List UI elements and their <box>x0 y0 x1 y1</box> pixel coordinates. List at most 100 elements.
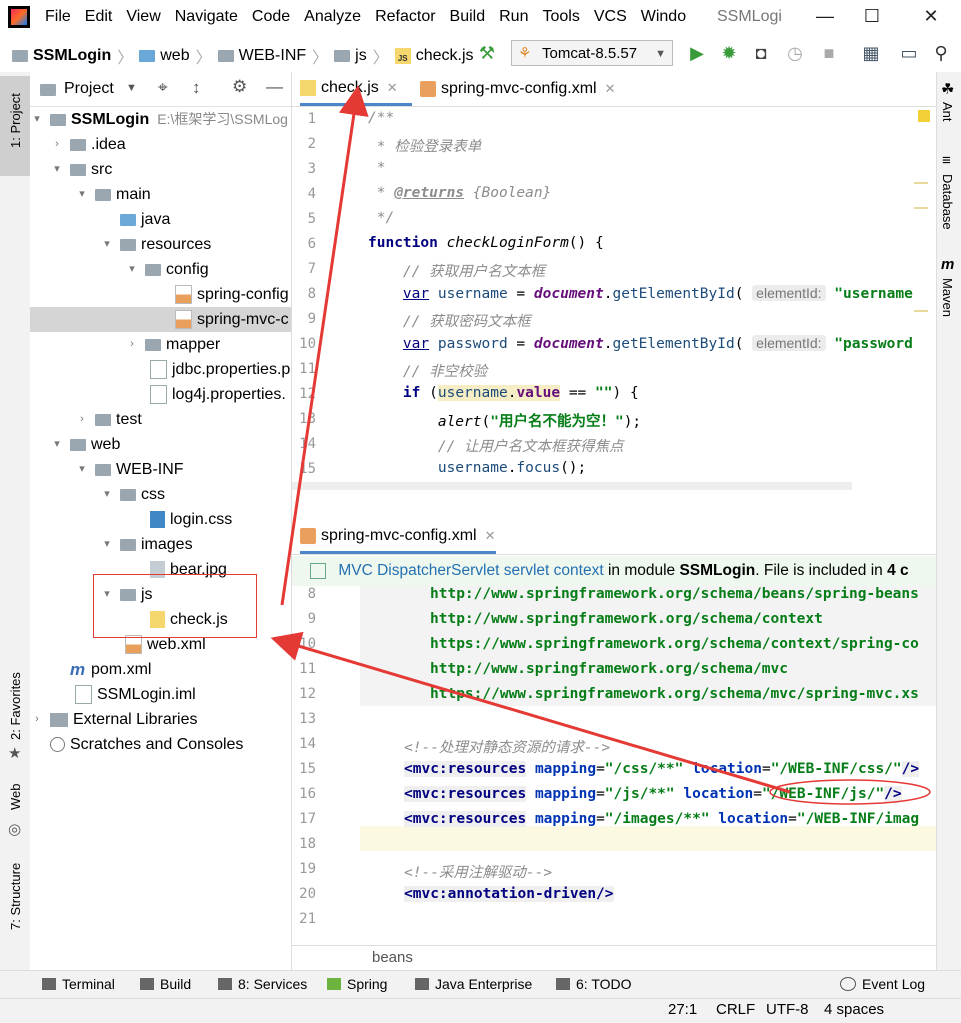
resources-folder-icon <box>120 238 136 251</box>
close-tab-icon[interactable]: ✕ <box>485 519 496 553</box>
services-tool-button[interactable]: 8: Services <box>218 976 307 992</box>
tab-spring-mvc-config[interactable]: spring-mvc-config.xml ✕ <box>420 72 616 106</box>
maximize-button[interactable]: ☐ <box>857 6 887 27</box>
tree-item-ssmlogin[interactable]: ▾ SSMLogin E:\框架学习\SSMLog <box>30 107 288 132</box>
editor-spring-mvc-config: spring-mvc-config.xml ✕ MVC DispatcherSe… <box>292 520 936 971</box>
breadcrumb-project[interactable]: SSMLogin <box>33 47 111 65</box>
search-icon[interactable]: ⚲ <box>930 42 952 64</box>
breadcrumb-web-inf[interactable]: WEB-INF <box>239 47 307 65</box>
todo-tool-button[interactable]: 6: TODO <box>556 976 632 992</box>
gear-icon[interactable]: ⚙ <box>232 77 247 97</box>
tree-item-external-libraries[interactable]: › External Libraries <box>30 707 197 732</box>
servlet-context-link[interactable]: MVC DispatcherServlet servlet context <box>338 562 603 579</box>
menu-analyze[interactable]: Analyze <box>304 8 361 26</box>
menu-refactor[interactable]: Refactor <box>375 8 435 26</box>
tab-check-js[interactable]: check.js ✕ <box>300 72 412 106</box>
hide-panel-icon[interactable]: — <box>266 77 283 97</box>
project-structure-icon[interactable]: ▦ <box>860 42 882 64</box>
tool-label: 6: TODO <box>576 976 632 992</box>
locate-icon[interactable]: ⌖ <box>158 78 168 98</box>
chevron-down-icon[interactable]: ▼ <box>126 82 137 94</box>
tree-item-test[interactable]: › test <box>75 407 142 432</box>
close-button[interactable]: ✕ <box>916 6 946 27</box>
tree-item-mapper[interactable]: › mapper <box>125 332 220 357</box>
stop-icon[interactable]: ■ <box>818 42 840 64</box>
database-tool-label[interactable]: Database <box>940 174 955 230</box>
menu-build[interactable]: Build <box>450 8 486 26</box>
code-line-10: var password = document.getElementById( … <box>402 335 913 352</box>
breadcrumb-file[interactable]: check.js <box>416 47 474 65</box>
scroll-marker <box>914 182 928 184</box>
run-config-select[interactable]: ⚘ Tomcat-8.5.57 ▼ <box>511 40 673 66</box>
tree-item-web-inf[interactable]: ▾ WEB-INF <box>75 457 183 482</box>
menu-edit[interactable]: Edit <box>85 8 113 26</box>
tree-item-main[interactable]: ▾ main <box>75 182 150 207</box>
tree-item-log4j-properties[interactable]: log4j.properties. <box>130 382 286 407</box>
tree-item-resources[interactable]: ▾ resources <box>100 232 211 257</box>
indent-setting[interactable]: 4 spaces <box>824 1001 884 1018</box>
js-file-icon <box>300 79 316 96</box>
run-icon[interactable]: ▶ <box>686 42 708 64</box>
menu-window[interactable]: Windo <box>641 8 686 26</box>
menu-run[interactable]: Run <box>499 8 528 26</box>
breadcrumb-web[interactable]: web <box>160 47 189 65</box>
tree-item-iml[interactable]: SSMLogin.iml <box>55 682 196 707</box>
tab-spring-mvc-config-bottom[interactable]: spring-mvc-config.xml ✕ <box>300 520 496 554</box>
favorites-tool-label[interactable]: 2: Favorites <box>8 672 23 740</box>
maven-tool-label[interactable]: Maven <box>940 278 955 317</box>
menu-code[interactable]: Code <box>252 8 290 26</box>
folder-icon <box>70 138 86 151</box>
menu-view[interactable]: View <box>126 8 160 26</box>
close-tab-icon[interactable]: ✕ <box>605 72 616 106</box>
tree-item-config[interactable]: ▾ config <box>125 257 208 282</box>
event-log-tool-button[interactable]: Event Log <box>840 976 925 992</box>
terminal-tool-button[interactable]: Terminal <box>42 976 115 992</box>
tree-item-spring-mvc-config[interactable]: spring-mvc-c <box>155 307 289 332</box>
spring-tool-button[interactable]: Spring <box>327 976 387 992</box>
horizontal-scrollbar[interactable] <box>292 482 852 490</box>
java-enterprise-tool-button[interactable]: Java Enterprise <box>415 976 532 992</box>
tree-item-login-css[interactable]: login.css <box>130 507 232 532</box>
project-tool-label[interactable]: 1: Project <box>8 93 23 148</box>
file-encoding[interactable]: UTF-8 <box>766 1001 809 1018</box>
menu-navigate[interactable]: Navigate <box>175 8 238 26</box>
xml-line-14: <!--处理对静态资源的请求--> <box>404 740 611 756</box>
presentation-icon[interactable]: ▭ <box>898 42 920 64</box>
profile-icon[interactable]: ◷ <box>784 42 806 64</box>
tree-item-java[interactable]: java <box>100 207 170 232</box>
line-separator[interactable]: CRLF <box>716 1001 755 1018</box>
status-bar: 27:1 CRLF UTF-8 4 spaces <box>0 998 961 1023</box>
tool-label: Build <box>160 976 192 992</box>
tree-item-scratches[interactable]: Scratches and Consoles <box>30 732 243 757</box>
minimize-button[interactable]: — <box>810 6 840 27</box>
run-config-label: Tomcat-8.5.57 <box>542 45 638 62</box>
web-tool-label[interactable]: Web <box>8 784 23 811</box>
xml-breadcrumb-beans[interactable]: beans <box>372 949 413 966</box>
warning-marker-icon[interactable] <box>918 110 930 122</box>
coverage-icon[interactable]: ◘ <box>750 42 772 64</box>
tab-label: spring-mvc-config.xml <box>321 526 477 544</box>
tree-item-css[interactable]: ▾ css <box>100 482 165 507</box>
project-view-title[interactable]: Project <box>64 80 114 98</box>
tree-item-images[interactable]: ▾ images <box>100 532 192 557</box>
tree-item-spring-config[interactable]: spring-config <box>155 282 289 307</box>
build-hammer-icon[interactable]: ⚒ <box>476 42 498 64</box>
debug-icon[interactable]: ✹ <box>718 42 740 64</box>
breadcrumb-js[interactable]: js <box>355 47 367 65</box>
collapse-all-icon[interactable]: ↕ <box>192 78 201 98</box>
title-bar: File Edit View Navigate Code Analyze Ref… <box>0 0 961 36</box>
tree-item-pom-xml[interactable]: m pom.xml <box>50 657 151 682</box>
structure-tool-label[interactable]: 7: Structure <box>8 863 23 930</box>
menu-tools[interactable]: Tools <box>542 8 579 26</box>
tree-item-src[interactable]: ▾ src <box>50 157 112 182</box>
tree-item-web[interactable]: ▾ web <box>50 432 120 457</box>
menu-file[interactable]: File <box>45 8 71 26</box>
tree-item-idea[interactable]: › .idea <box>50 132 126 157</box>
ant-tool-label[interactable]: Ant <box>940 102 955 122</box>
build-tool-button[interactable]: Build <box>140 976 191 992</box>
caret-position[interactable]: 27:1 <box>668 1001 697 1018</box>
close-tab-icon[interactable]: ✕ <box>387 71 398 105</box>
banner-text: in module <box>603 562 680 579</box>
tree-item-jdbc-properties[interactable]: jdbc.properties.p <box>130 357 290 382</box>
menu-vcs[interactable]: VCS <box>594 8 627 26</box>
